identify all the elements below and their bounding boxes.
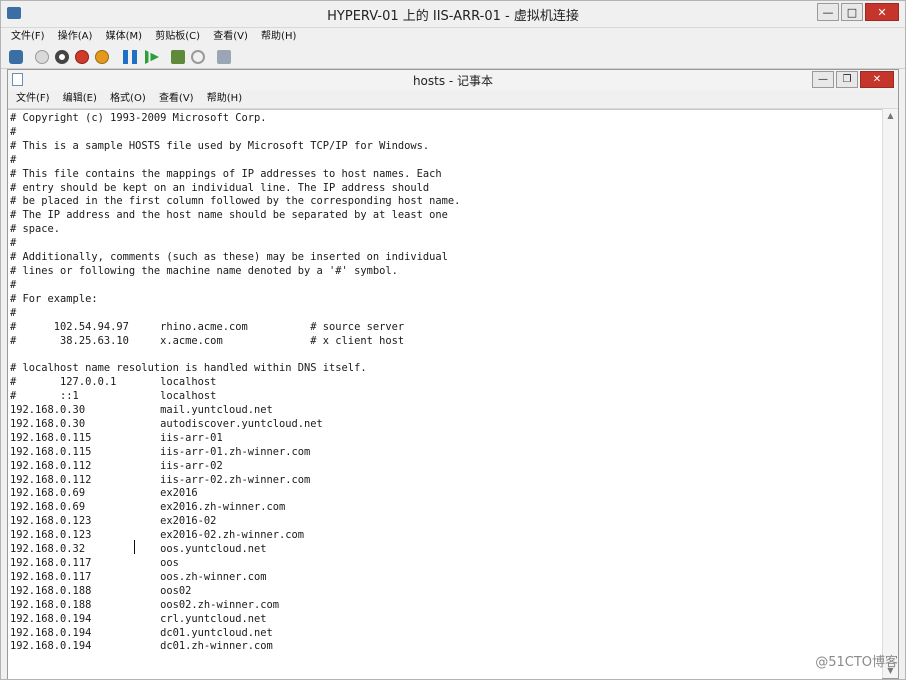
notepad-menu-edit[interactable]: 编辑(E) (63, 90, 97, 108)
notepad-menu-view[interactable]: 查看(V) (159, 90, 194, 108)
vm-menu-action[interactable]: 操作(A) (58, 28, 93, 46)
notepad-minimize-button[interactable]: — (812, 71, 834, 88)
maximize-button[interactable]: □ (841, 3, 863, 21)
save-icon[interactable] (95, 50, 109, 64)
watermark: @51CTO博客 (815, 655, 898, 670)
notepad-menu-file[interactable]: 文件(F) (16, 90, 50, 108)
vm-menu-view[interactable]: 查看(V) (213, 28, 248, 46)
vm-title-bar[interactable]: HYPERV-01 上的 IIS-ARR-01 - 虚拟机连接 — □ ✕ (1, 1, 905, 28)
notepad-menu-format[interactable]: 格式(O) (110, 90, 146, 108)
vm-menu-media[interactable]: 媒体(M) (106, 28, 142, 46)
notepad-restore-button[interactable]: ❐ (836, 71, 858, 88)
vm-menubar: 文件(F) 操作(A) 媒体(M) 剪贴板(C) 查看(V) 帮助(H) (1, 28, 905, 46)
notepad-window: hosts - 记事本 — ❐ ✕ 文件(F) 编辑(E) 格式(O) 查看(V… (7, 69, 899, 679)
text-editor-area[interactable]: # Copyright (c) 1993-2009 Microsoft Corp… (8, 109, 882, 679)
vm-menu-clipboard[interactable]: 剪贴板(C) (155, 28, 200, 46)
text-cursor (134, 540, 135, 554)
notepad-title: hosts - 记事本 (412, 74, 494, 88)
hosts-file-content[interactable]: # Copyright (c) 1993-2009 Microsoft Corp… (8, 110, 882, 654)
notepad-close-button[interactable]: ✕ (860, 71, 894, 88)
scroll-up-arrow-icon[interactable]: ▲ (883, 109, 898, 123)
vertical-scrollbar[interactable]: ▲ ▼ (882, 109, 898, 678)
notepad-menu-help[interactable]: 帮助(H) (207, 90, 242, 108)
vm-window-title: HYPERV-01 上的 IIS-ARR-01 - 虚拟机连接 (327, 9, 579, 24)
reset-icon[interactable] (145, 50, 159, 64)
notepad-title-bar[interactable]: hosts - 记事本 — ❐ ✕ (8, 70, 898, 90)
shutdown-icon[interactable] (75, 50, 89, 64)
minimize-button[interactable]: — (817, 3, 839, 21)
ctrl-alt-del-icon[interactable] (9, 50, 23, 64)
turn-off-icon[interactable] (55, 50, 69, 64)
enhanced-session-icon[interactable] (217, 50, 231, 64)
snapshot-icon[interactable] (171, 50, 185, 64)
start-icon[interactable] (35, 50, 49, 64)
vm-menu-file[interactable]: 文件(F) (11, 28, 45, 46)
vm-toolbar (1, 46, 905, 69)
vm-menu-help[interactable]: 帮助(H) (261, 28, 296, 46)
pause-icon[interactable] (123, 50, 137, 64)
close-button[interactable]: ✕ (865, 3, 899, 21)
vm-connection-window: HYPERV-01 上的 IIS-ARR-01 - 虚拟机连接 — □ ✕ 文件… (0, 0, 906, 680)
notepad-menubar: 文件(F) 编辑(E) 格式(O) 查看(V) 帮助(H) (8, 90, 898, 109)
revert-icon[interactable] (191, 50, 205, 64)
